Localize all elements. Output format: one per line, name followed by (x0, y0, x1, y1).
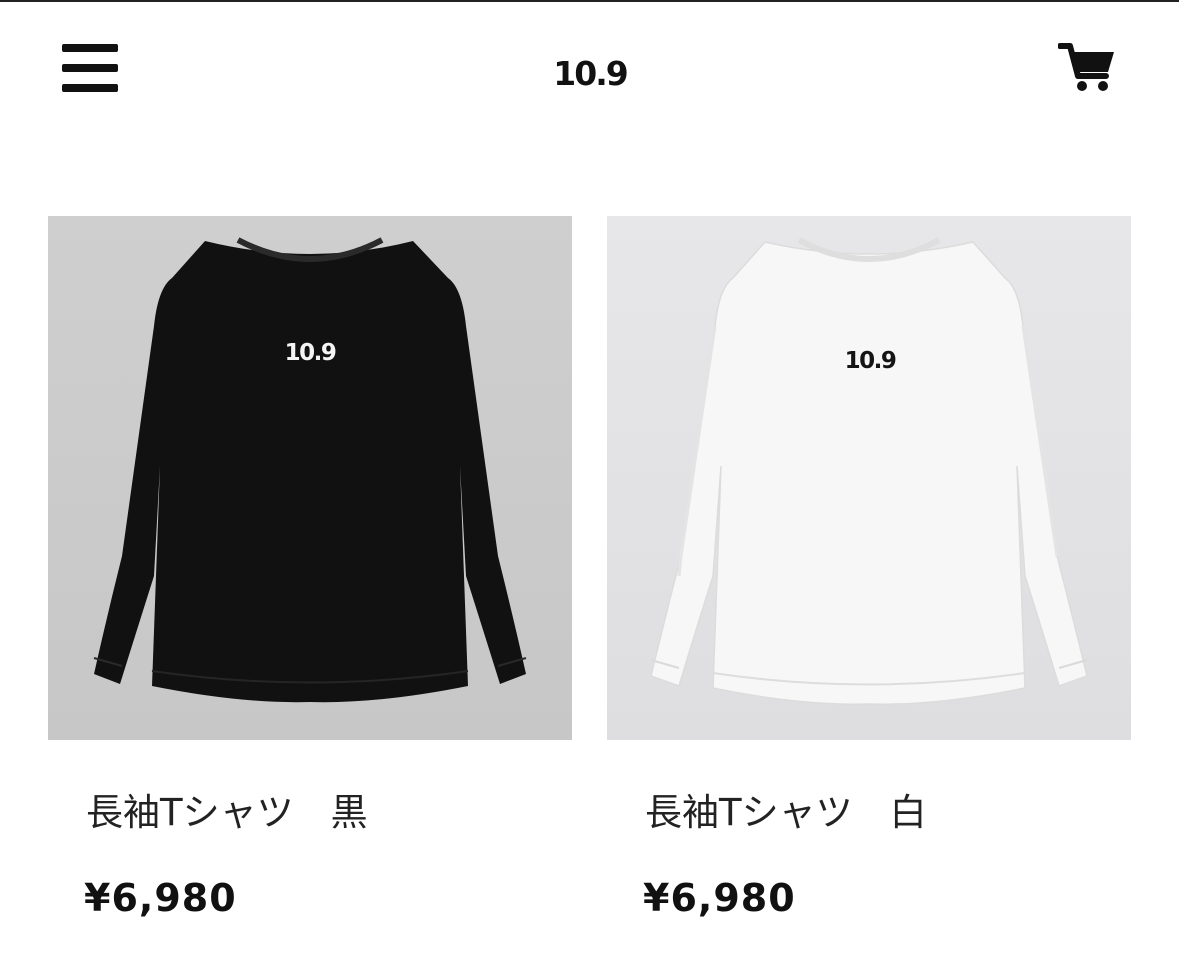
shopping-cart-icon (1057, 43, 1114, 91)
product-card[interactable]: 10.9 長袖Tシャツ 黒 ¥6,980 (48, 216, 572, 920)
product-card[interactable]: 10.9 長袖Tシャツ 白 ¥6,980 (607, 216, 1131, 920)
shirt-print-logo: 10.9 (284, 340, 337, 366)
site-logo[interactable]: 10.9 (540, 52, 640, 96)
product-name[interactable]: 長袖Tシャツ 白 (645, 782, 927, 836)
product-image[interactable]: 10.9 (607, 216, 1131, 740)
product-price: ¥6,980 (84, 876, 237, 920)
shirt-print-logo: 10.9 (844, 348, 897, 374)
shop-page: 10.9 10.9 長袖Tシャツ 黒 ¥6,980 10.9 長袖Tシャツ 白 … (0, 0, 1179, 966)
black-shirt-illustration (93, 237, 527, 703)
product-image[interactable]: 10.9 (48, 216, 572, 740)
cart-button[interactable] (1057, 42, 1116, 94)
product-name[interactable]: 長袖Tシャツ 黒 (86, 782, 368, 836)
white-shirt-illustration (650, 237, 1088, 705)
menu-button[interactable] (62, 44, 118, 94)
product-price: ¥6,980 (643, 876, 796, 920)
top-border (0, 0, 1179, 2)
